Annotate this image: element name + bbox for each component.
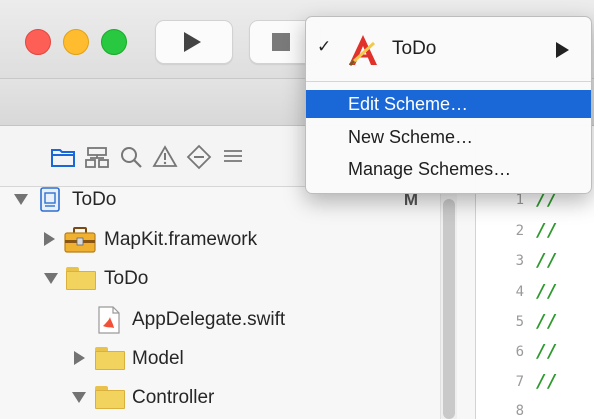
menu-item-label: Manage Schemes…	[348, 159, 512, 179]
navigator-row-appdelegate[interactable]: AppDelegate.swift	[0, 300, 430, 340]
code-comment: //	[536, 220, 558, 241]
code-comment: //	[536, 281, 558, 302]
disclosure-triangle-icon[interactable]	[44, 273, 58, 284]
navigator-row-label: Model	[132, 348, 184, 369]
disclosure-triangle-icon[interactable]	[72, 392, 86, 403]
menu-item-label: Edit Scheme…	[348, 94, 469, 114]
line-number: 3	[515, 253, 524, 269]
menu-item-edit-scheme[interactable]: Edit Scheme…	[306, 90, 591, 118]
folder-icon	[95, 386, 125, 409]
swift-file-icon	[98, 306, 120, 334]
navigator-scrollbar[interactable]	[440, 187, 457, 419]
scheme-name: ToDo	[392, 38, 437, 59]
line-number: 4	[515, 284, 524, 300]
code-comment: //	[536, 341, 558, 362]
scheme-menu: ✓ ToDo Edit Scheme… New Scheme… Manage S…	[305, 16, 592, 194]
xcode-app-icon	[348, 35, 377, 67]
line-number: 8	[515, 403, 524, 419]
line-number: 5	[515, 314, 524, 330]
menu-item-new-scheme[interactable]: New Scheme…	[306, 123, 591, 151]
code-comment: //	[536, 311, 558, 332]
navigator-row-label: MapKit.framework	[104, 229, 258, 250]
project-navigator-icon[interactable]	[50, 144, 76, 170]
close-window-button[interactable]	[25, 29, 51, 55]
scrollbar-thumb[interactable]	[443, 199, 455, 419]
line-number: 2	[515, 223, 524, 239]
checkmark-icon: ✓	[317, 37, 332, 56]
menu-separator	[306, 81, 591, 82]
navigator-row-label: AppDelegate.swift	[132, 309, 286, 330]
zoom-window-button[interactable]	[101, 29, 127, 55]
play-icon	[184, 32, 201, 52]
navigator-row-label: Controller	[132, 387, 215, 408]
navigator-row-label: ToDo	[72, 189, 117, 210]
line-number: 1	[515, 192, 524, 208]
disclosure-triangle-icon[interactable]	[14, 194, 28, 205]
line-number: 6	[515, 344, 524, 360]
navigator-row-todo-folder[interactable]: ToDo	[0, 259, 430, 299]
submenu-arrow-icon	[556, 42, 569, 58]
warning-icon[interactable]	[152, 144, 178, 170]
minimize-window-button[interactable]	[63, 29, 89, 55]
search-icon[interactable]	[118, 144, 144, 170]
folder-icon	[95, 347, 125, 370]
disclosure-triangle-icon[interactable]	[74, 351, 85, 365]
disclosure-triangle-icon[interactable]	[44, 232, 55, 246]
menu-item-label: New Scheme…	[348, 127, 474, 147]
test-navigator-icon[interactable]	[186, 144, 212, 170]
framework-toolbox-icon	[64, 227, 96, 253]
line-number: 7	[515, 374, 524, 390]
run-button[interactable]	[155, 20, 233, 64]
stop-icon	[272, 33, 290, 51]
symbol-navigator-icon[interactable]	[84, 144, 110, 170]
navigator-row-mapkit[interactable]: MapKit.framework	[0, 220, 430, 260]
report-navigator-icon[interactable]	[220, 144, 246, 170]
project-navigator: ToDo M MapKit.framework ToDo AppDelegate…	[0, 187, 475, 419]
project-file-icon	[40, 187, 60, 212]
navigator-row-model[interactable]: Model	[0, 339, 430, 379]
navigator-row-label: ToDo	[104, 268, 149, 289]
menu-item-manage-schemes[interactable]: Manage Schemes…	[306, 155, 591, 183]
scheme-item-todo[interactable]: ✓ ToDo	[306, 29, 591, 69]
folder-icon	[66, 267, 96, 290]
navigator-row-controller[interactable]: Controller	[0, 378, 430, 418]
code-comment: //	[536, 371, 558, 392]
code-comment: //	[536, 250, 558, 271]
